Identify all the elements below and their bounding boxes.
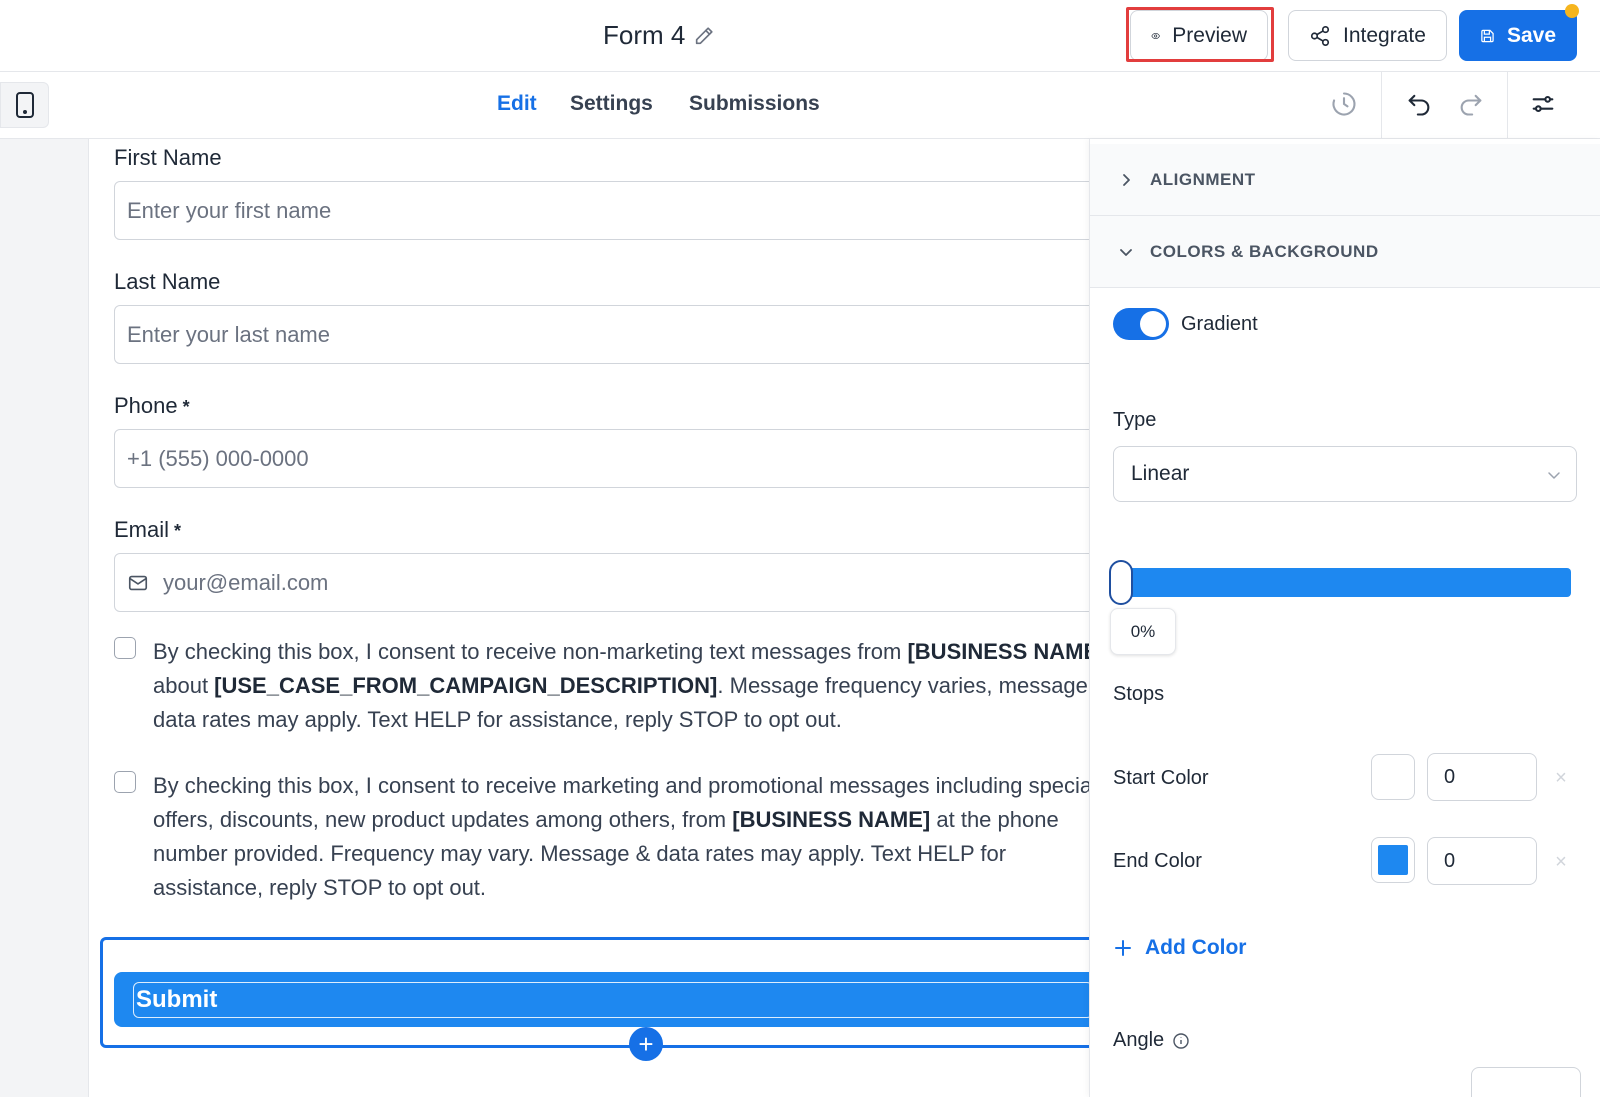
toggle-knob bbox=[1140, 311, 1166, 337]
mobile-device-icon bbox=[15, 92, 34, 118]
chevron-down-icon bbox=[1548, 472, 1560, 479]
stops-label: Stops bbox=[1113, 683, 1165, 705]
angle-row: Angle bbox=[1113, 1029, 1190, 1052]
toolbar-divider bbox=[1381, 72, 1382, 138]
tab-submissions[interactable]: Submissions bbox=[689, 92, 820, 116]
remove-start-color-icon[interactable]: × bbox=[1551, 768, 1571, 788]
phone-placeholder: +1 (555) 000-0000 bbox=[127, 445, 309, 471]
end-color-position-input[interactable]: 0 bbox=[1427, 837, 1537, 885]
end-color-label: End Color bbox=[1113, 850, 1202, 872]
gradient-label: Gradient bbox=[1181, 313, 1258, 335]
style-settings-button[interactable] bbox=[1527, 88, 1559, 120]
save-label: Save bbox=[1506, 23, 1556, 47]
colors-section-label: COLORS & BACKGROUND bbox=[1150, 241, 1379, 261]
editor-toolbar: Edit Settings Submissions bbox=[0, 72, 1600, 139]
tab-settings[interactable]: Settings bbox=[570, 92, 653, 116]
preview-button[interactable]: Preview bbox=[1130, 10, 1268, 61]
alignment-section-label: ALIGNMENT bbox=[1150, 169, 1256, 189]
last-name-placeholder: Enter your last name bbox=[127, 321, 330, 347]
redo-icon bbox=[1460, 94, 1482, 116]
eye-icon bbox=[1151, 32, 1160, 39]
gradient-toggle[interactable] bbox=[1113, 308, 1169, 340]
history-icon bbox=[1332, 92, 1356, 116]
marketing-consent-checkbox[interactable] bbox=[114, 771, 136, 793]
angle-input[interactable] bbox=[1471, 1067, 1581, 1097]
chevron-right-icon bbox=[1123, 173, 1130, 186]
info-icon[interactable] bbox=[1172, 1032, 1190, 1050]
undo-button[interactable] bbox=[1403, 88, 1435, 120]
start-color-label: Start Color bbox=[1113, 767, 1209, 789]
marketing-consent: By checking this box, I consent to recei… bbox=[114, 769, 1097, 909]
marketing-consent-text: By checking this box, I consent to recei… bbox=[153, 773, 1098, 900]
email-label: Email * bbox=[114, 517, 182, 542]
integrate-button[interactable]: Integrate bbox=[1288, 10, 1447, 61]
gradient-type-value: Linear bbox=[1131, 462, 1190, 485]
end-color-swatch[interactable] bbox=[1371, 837, 1415, 883]
add-color-button[interactable]: Add Color bbox=[1113, 936, 1246, 960]
chevron-down-icon bbox=[1120, 248, 1132, 256]
gradient-stop-handle[interactable] bbox=[1109, 560, 1133, 605]
submit-label[interactable]: Submit bbox=[133, 982, 1093, 1018]
last-name-input[interactable]: Enter your last name bbox=[114, 305, 1104, 364]
pencil-icon[interactable] bbox=[693, 25, 715, 47]
share-icon bbox=[1310, 25, 1330, 46]
gradient-preview-bar[interactable] bbox=[1113, 568, 1571, 597]
remove-end-color-icon[interactable]: × bbox=[1551, 852, 1571, 872]
redo-button[interactable] bbox=[1455, 88, 1487, 120]
stop-position-value: 0% bbox=[1110, 608, 1176, 655]
floppy-disk-icon bbox=[1481, 29, 1494, 42]
end-color-fill bbox=[1378, 845, 1408, 875]
form-preview: First Name Enter your first name Last Na… bbox=[88, 139, 1109, 1097]
undo-icon bbox=[1408, 94, 1430, 116]
preview-label: Preview bbox=[1172, 23, 1247, 47]
non-marketing-consent-checkbox[interactable] bbox=[114, 637, 136, 659]
form-title[interactable]: Form 4 bbox=[603, 20, 715, 51]
start-color-fill bbox=[1378, 762, 1408, 792]
first-name-label: First Name bbox=[114, 145, 222, 170]
tab-edit[interactable]: Edit bbox=[497, 92, 537, 116]
notification-dot bbox=[1565, 4, 1579, 18]
non-marketing-consent: By checking this box, I consent to recei… bbox=[114, 635, 1109, 755]
save-button[interactable]: Save bbox=[1459, 10, 1577, 61]
non-marketing-consent-text: By checking this box, I consent to recei… bbox=[153, 639, 1109, 732]
form-title-text: Form 4 bbox=[603, 20, 686, 50]
angle-label: Angle bbox=[1113, 1029, 1165, 1051]
type-label: Type bbox=[1113, 409, 1157, 431]
submit-button-block[interactable]: Submit bbox=[100, 937, 1104, 1048]
mobile-preview-button[interactable] bbox=[0, 82, 49, 128]
add-field-button[interactable]: + bbox=[629, 1027, 663, 1061]
first-name-placeholder: Enter your first name bbox=[127, 197, 332, 223]
plus-icon bbox=[1115, 940, 1131, 956]
alignment-section-header[interactable]: ALIGNMENT bbox=[1090, 144, 1600, 216]
email-placeholder: your@email.com bbox=[163, 569, 329, 595]
form-canvas: First Name Enter your first name Last Na… bbox=[0, 139, 1109, 1097]
style-panel: ALIGNMENT COLORS & BACKGROUND Gradient T… bbox=[1089, 139, 1600, 1097]
email-input[interactable]: your@email.com bbox=[114, 553, 1104, 612]
last-name-label: Last Name bbox=[114, 269, 221, 294]
first-name-input[interactable]: Enter your first name bbox=[114, 181, 1104, 240]
toolbar-divider bbox=[1507, 72, 1508, 138]
colors-section-header[interactable]: COLORS & BACKGROUND bbox=[1090, 216, 1600, 288]
required-mark: * bbox=[174, 521, 182, 541]
top-header: Form 4 Preview Integrate Save bbox=[0, 0, 1600, 72]
add-color-label: Add Color bbox=[1145, 936, 1247, 959]
start-color-swatch[interactable] bbox=[1371, 754, 1415, 800]
gradient-type-select[interactable]: Linear bbox=[1113, 446, 1577, 502]
phone-input[interactable]: +1 (555) 000-0000 bbox=[114, 429, 1104, 488]
history-button[interactable] bbox=[1328, 88, 1360, 120]
integrate-label: Integrate bbox=[1343, 23, 1426, 47]
sliders-icon bbox=[1532, 95, 1554, 113]
submit-button[interactable]: Submit bbox=[114, 972, 1104, 1027]
start-color-position-input[interactable]: 0 bbox=[1427, 753, 1537, 801]
mail-icon bbox=[128, 575, 148, 590]
required-mark: * bbox=[182, 397, 190, 417]
phone-label: Phone * bbox=[114, 393, 190, 418]
